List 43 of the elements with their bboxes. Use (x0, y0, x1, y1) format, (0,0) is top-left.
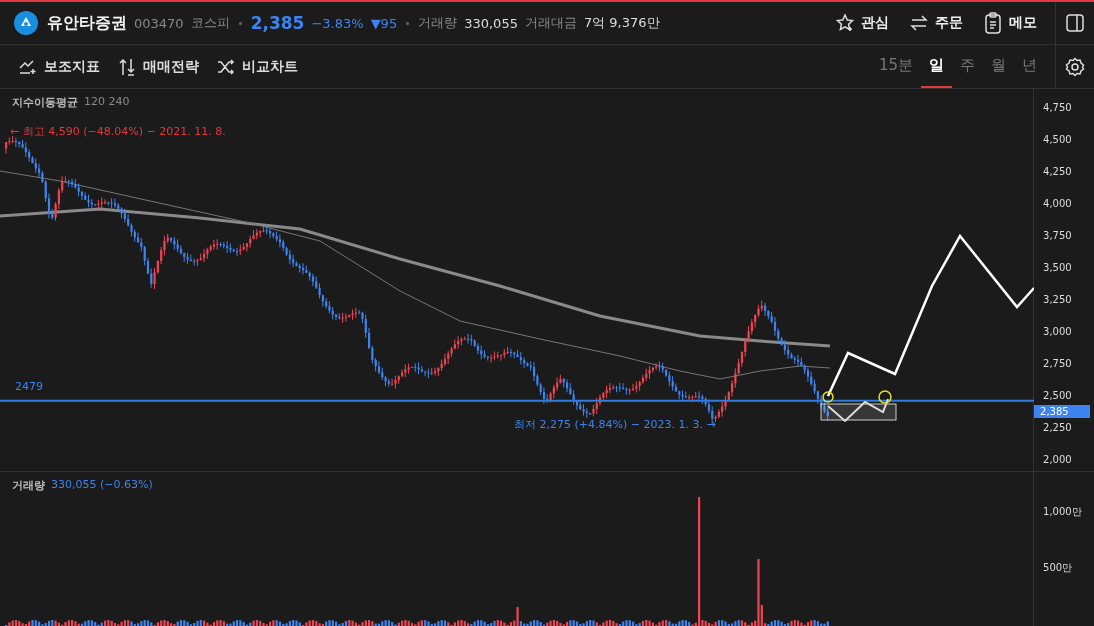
price-tick: 4,750 (1043, 102, 1072, 113)
price-tick: 3,750 (1043, 230, 1072, 241)
strategy-button[interactable]: 매매전략 (109, 45, 208, 88)
volume-tick: 500만 (1043, 561, 1073, 575)
price-tick: 3,250 (1043, 294, 1072, 305)
stock-code: 003470 (134, 15, 184, 31)
price-tick: 4,250 (1043, 166, 1072, 177)
volume-label: 거래량 (418, 14, 458, 32)
price-tick: 2,250 (1043, 422, 1072, 433)
change-amount: ▼95 (370, 15, 398, 31)
price-tick: 4,500 (1043, 134, 1072, 145)
price-tick: 3,500 (1043, 262, 1072, 273)
indicator-params: 120 240 (84, 95, 130, 110)
period-tab[interactable]: 주 (952, 45, 983, 88)
price-tick: 2,500 (1043, 390, 1072, 401)
volume-pane-value: 330,055 (−0.63%) (51, 478, 153, 493)
period-tab[interactable]: 일 (921, 45, 952, 88)
volume-tick: 1,000만 (1043, 505, 1082, 519)
compare-chart-button[interactable]: 비교차트 (208, 45, 307, 88)
low-note: 최저 2,275 (+4.84%) − 2023. 1. 3. → (514, 417, 716, 432)
memo-button[interactable]: 메모 (973, 2, 1047, 44)
indicator-button[interactable]: 보조지표 (10, 45, 109, 88)
order-button[interactable]: 주문 (899, 2, 973, 44)
period-tab[interactable]: 월 (983, 45, 1014, 88)
volume-pane-label: 거래량 (12, 478, 45, 493)
period-tab[interactable]: 년 (1014, 45, 1045, 88)
market-label: 코스피 (190, 14, 230, 32)
price-tick: 2,750 (1043, 358, 1072, 369)
indicator-name: 지수이동평균 (12, 95, 78, 110)
line-price-label: 2479 (15, 380, 43, 393)
volume-value: 330,055 (464, 15, 518, 31)
current-price: 2,385 (250, 13, 305, 33)
price-tick: 4,000 (1043, 198, 1072, 209)
amount-value: 7억 9,376만 (583, 14, 660, 32)
price-tick: 3,000 (1043, 326, 1072, 337)
change-percent: −3.83% (311, 15, 364, 31)
current-price-tag: 2,385 (1034, 405, 1091, 418)
period-tab[interactable]: 15분 (870, 45, 921, 88)
amount-label: 거래대금 (524, 14, 577, 32)
watchlist-button[interactable]: 관심 (825, 2, 899, 44)
price-tick: 2,000 (1043, 454, 1072, 465)
stock-name: 유안타증권 (47, 12, 127, 34)
high-note: ← 최고 4,590 (−48.04%) − 2021. 11. 8. (10, 124, 226, 139)
